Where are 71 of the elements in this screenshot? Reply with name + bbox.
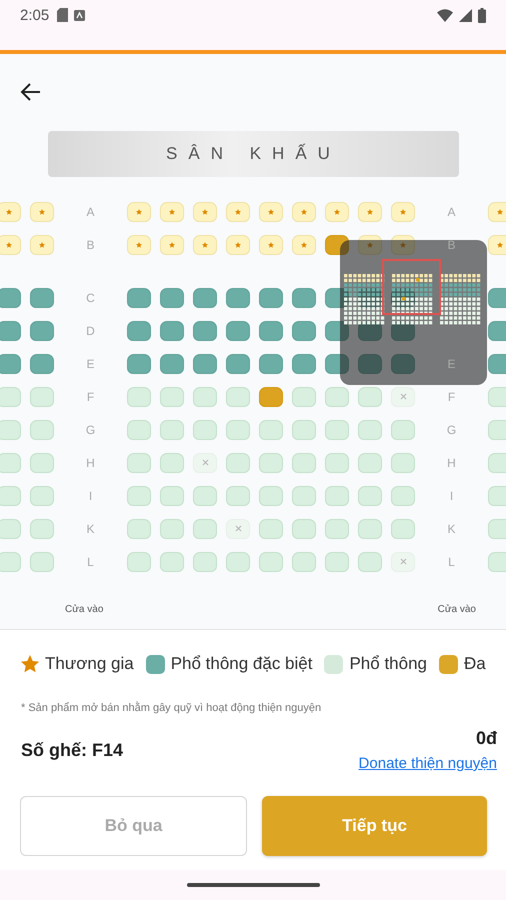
legend-label: Thương gia — [45, 654, 134, 674]
back-button[interactable] — [20, 81, 42, 104]
star-icon — [169, 208, 175, 215]
star-icon — [136, 208, 142, 215]
row-label: A — [85, 204, 96, 219]
star-icon — [6, 242, 12, 248]
seat[interactable] — [325, 320, 349, 341]
star-icon — [169, 242, 175, 248]
row-label: C — [85, 290, 96, 305]
row-label: L — [447, 554, 456, 569]
star-icon — [235, 208, 241, 215]
star-icon — [367, 208, 373, 215]
home-indicator[interactable] — [186, 883, 320, 888]
seat-number: Số ghế: F14 — [21, 740, 124, 761]
cross-icon — [400, 558, 406, 566]
star-icon — [497, 208, 503, 215]
minimap-panel[interactable] — [340, 240, 487, 386]
wifi-icon — [437, 8, 453, 22]
star-icon — [268, 242, 274, 248]
status-time: 2:05 — [20, 6, 50, 24]
star-icon — [400, 208, 406, 215]
viewport-frame[interactable] — [382, 259, 441, 316]
star-icon — [39, 208, 45, 215]
star-icon — [6, 208, 12, 215]
price-text: 0đ — [476, 728, 497, 750]
seat[interactable] — [325, 234, 349, 255]
sd-card-icon — [57, 8, 68, 22]
row-label: L — [86, 554, 95, 569]
cross-icon — [234, 525, 242, 532]
star-icon — [39, 242, 45, 248]
signal-icon — [459, 8, 472, 22]
skip-button[interactable]: Bỏ qua — [20, 796, 247, 856]
star-icon — [136, 242, 142, 248]
legend-label: Đa — [464, 654, 486, 674]
row-label: G — [84, 422, 96, 437]
entrance-label: Cửa vào — [438, 604, 476, 616]
entrance-label: Cửa vào — [65, 604, 104, 616]
row-label: H — [85, 456, 96, 470]
star-icon — [301, 242, 307, 248]
battery-icon — [478, 8, 486, 22]
donate-link[interactable]: Donate thiện nguyện — [358, 755, 497, 772]
legend-label: Phổ thông đặc biệt — [170, 654, 312, 674]
row-label: E — [85, 356, 96, 371]
notification-icon — [74, 10, 86, 20]
row-label: I — [448, 488, 454, 503]
row-label: D — [85, 324, 96, 338]
star-icon — [268, 208, 274, 215]
star-icon — [235, 242, 241, 248]
row-label: B — [85, 238, 96, 252]
star-icon — [334, 208, 340, 215]
cross-icon — [400, 393, 406, 400]
stage-label: SÂN KHẤU — [48, 130, 459, 178]
row-label: H — [446, 456, 457, 470]
row-label: F — [86, 390, 96, 404]
star-icon — [497, 242, 503, 248]
note-text: * Sản phẩm mở bán nhằm gây quỹ vì hoạt động thiện nguyện — [21, 702, 322, 714]
star-icon — [202, 242, 208, 248]
row-label: F — [446, 390, 456, 404]
continue-button[interactable]: Tiếp tục — [262, 796, 487, 856]
star-icon — [301, 208, 307, 215]
star-icon — [367, 242, 373, 248]
row-label: K — [85, 522, 96, 536]
row-label: I — [88, 488, 94, 503]
star-icon — [400, 242, 406, 248]
star-icon — [202, 208, 208, 215]
seat[interactable] — [325, 354, 349, 374]
row-label: G — [446, 422, 458, 437]
legend-label: Phổ thông — [349, 654, 427, 674]
row-label: K — [446, 522, 456, 536]
row-label: A — [446, 204, 456, 219]
cross-icon — [202, 459, 208, 466]
